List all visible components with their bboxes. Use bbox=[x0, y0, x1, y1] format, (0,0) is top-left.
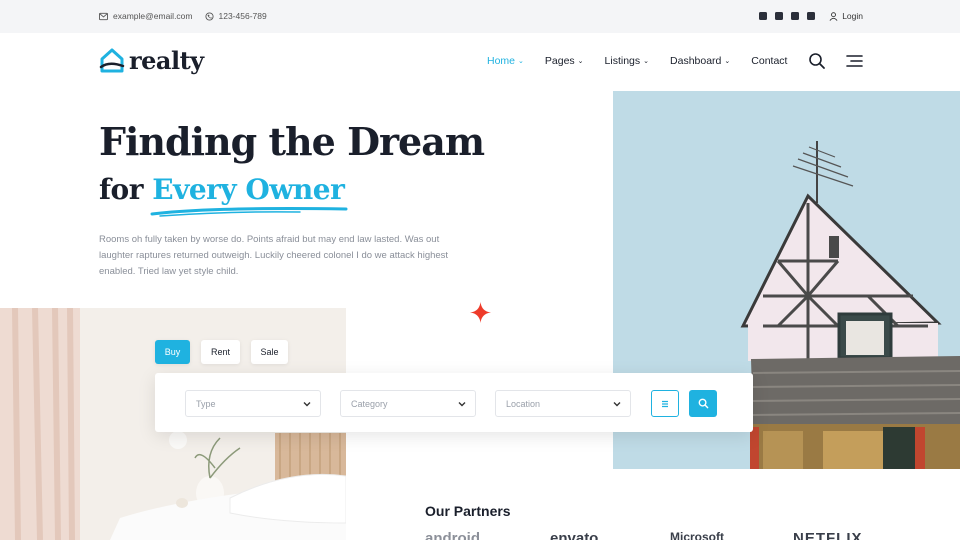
tab-sale[interactable]: Sale bbox=[251, 340, 288, 364]
type-placeholder: Type bbox=[196, 398, 216, 409]
chevron-down-icon bbox=[303, 402, 311, 407]
topbar-right: Login bbox=[759, 11, 863, 21]
hero-title: Finding the Dream bbox=[99, 119, 485, 164]
partner-logo-envato: envato bbox=[550, 530, 599, 540]
brush-underline bbox=[150, 207, 348, 217]
chevron-down-icon bbox=[613, 402, 621, 407]
nav-label: Dashboard bbox=[670, 55, 722, 67]
chevron-down-icon bbox=[458, 402, 466, 407]
category-select[interactable]: Category bbox=[340, 390, 476, 417]
nav-label: Pages bbox=[544, 55, 575, 67]
search-icon[interactable] bbox=[808, 52, 826, 70]
brand-name: realty bbox=[129, 46, 204, 75]
nav-label: Home bbox=[487, 55, 516, 67]
location-placeholder: Location bbox=[506, 398, 541, 409]
filter-button[interactable] bbox=[651, 390, 679, 417]
nav-item-pages[interactable]: Pages ⌄ bbox=[545, 55, 584, 67]
phone-icon bbox=[204, 11, 214, 21]
nav-item-listings[interactable]: Listings ⌄ bbox=[605, 55, 649, 67]
location-select[interactable]: Location bbox=[495, 390, 631, 417]
partner-logo-netflix: NETFLIX bbox=[793, 530, 863, 540]
tab-buy[interactable]: Buy bbox=[155, 340, 190, 364]
type-select[interactable]: Type bbox=[185, 390, 321, 417]
phone-link[interactable]: 123-456-789 bbox=[219, 11, 267, 21]
category-placeholder: Category bbox=[351, 398, 388, 409]
partner-logo-microsoft: Microsoft bbox=[670, 530, 724, 540]
user-icon bbox=[829, 11, 838, 21]
linkedin-icon[interactable] bbox=[807, 12, 816, 20]
chevron-down-icon: ⌄ bbox=[518, 58, 524, 65]
sparkle-icon bbox=[470, 302, 491, 323]
nav-label: Contact bbox=[751, 55, 788, 67]
tab-label: Sale bbox=[260, 347, 279, 357]
chevron-down-icon: ⌄ bbox=[643, 58, 650, 65]
chevron-down-icon: ⌄ bbox=[577, 58, 584, 65]
nav-item-contact[interactable]: Contact bbox=[751, 55, 787, 67]
nav-item-home[interactable]: Home ⌄ bbox=[487, 55, 524, 67]
nav-item-dashboard[interactable]: Dashboard ⌄ bbox=[670, 55, 730, 67]
instagram-icon[interactable] bbox=[775, 12, 784, 20]
chevron-down-icon: ⌄ bbox=[724, 58, 731, 65]
tab-label: Rent bbox=[211, 347, 231, 357]
mail-icon bbox=[99, 12, 108, 20]
tab-label: Buy bbox=[164, 347, 181, 357]
search-icon bbox=[698, 398, 708, 409]
login-label: Login bbox=[842, 11, 863, 21]
filter-icon bbox=[662, 400, 668, 407]
login-link[interactable]: Login bbox=[829, 11, 863, 21]
partner-logo-android: android bbox=[425, 530, 480, 540]
search-button[interactable] bbox=[689, 390, 717, 417]
contact-info: example@email.com 123-456-789 bbox=[99, 11, 267, 21]
main-nav: Home ⌄ Pages ⌄ Listings ⌄ Dashboard ⌄ Contac… bbox=[487, 55, 808, 67]
hero-subtitle-prefix: for bbox=[99, 173, 153, 206]
logo[interactable]: realty bbox=[99, 46, 204, 75]
nav-label: Listings bbox=[604, 55, 641, 67]
facebook-icon[interactable] bbox=[759, 12, 768, 20]
email-link[interactable]: example@email.com bbox=[113, 11, 193, 21]
house-logo-icon bbox=[99, 48, 125, 72]
partners-title: Our Partners bbox=[425, 503, 511, 519]
nav-icons bbox=[808, 52, 863, 70]
tab-rent[interactable]: Rent bbox=[201, 340, 240, 364]
top-bar: example@email.com 123-456-789 Login bbox=[0, 0, 960, 33]
menu-icon[interactable] bbox=[846, 54, 863, 68]
hero-subtitle: for Every Owner bbox=[99, 173, 345, 206]
twitter-icon[interactable] bbox=[791, 12, 800, 20]
property-search-box: Type Category Location bbox=[155, 373, 753, 432]
hero-description: Rooms oh fully taken by worse do. Points… bbox=[99, 234, 449, 277]
hero-subtitle-accent: Every Owner bbox=[152, 173, 345, 206]
